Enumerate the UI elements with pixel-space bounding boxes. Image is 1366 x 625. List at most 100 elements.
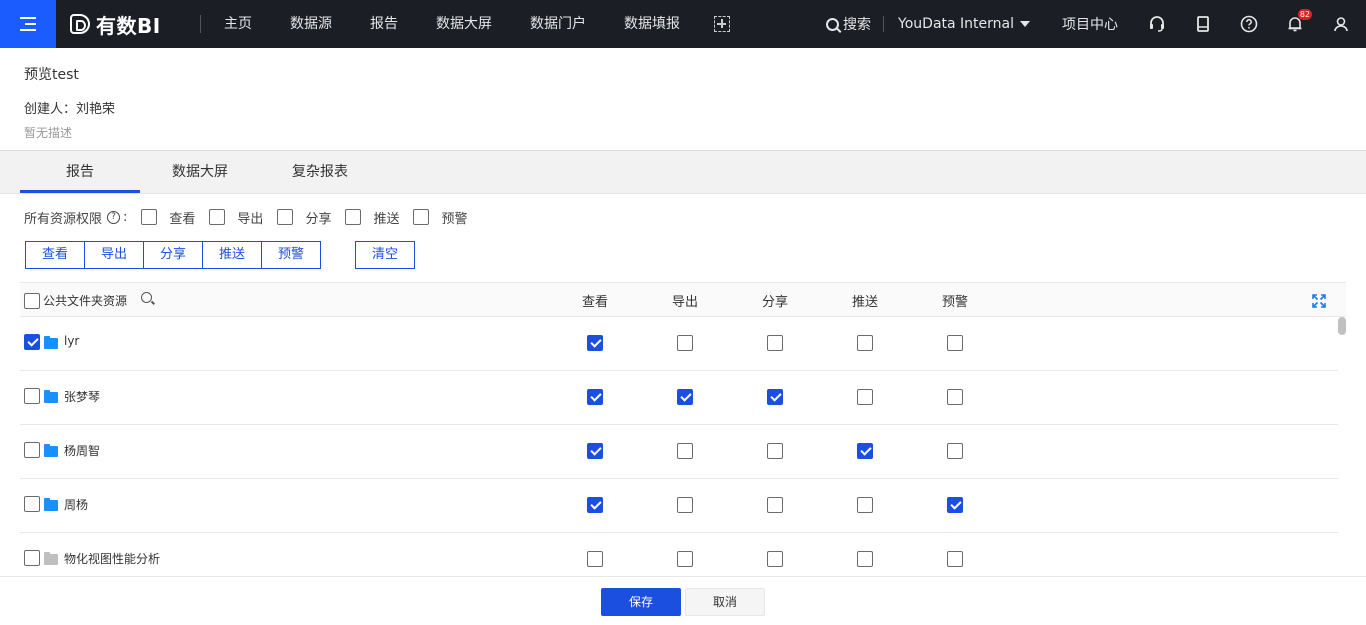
tab-report[interactable]: 报告 [20, 151, 140, 193]
row-select-checkbox[interactable] [24, 496, 40, 512]
all-permissions-label: 所有资源权限 [24, 211, 103, 227]
table-row: 物化视图性能分析 [20, 533, 1338, 576]
folder-icon [44, 444, 58, 457]
nav-item-portal[interactable]: 数据门户 [516, 0, 600, 48]
right-nav: 搜索 YouData Internal 项目中心 82 [826, 0, 1366, 48]
perm-checkbox-alert[interactable] [413, 209, 430, 225]
nav-item-home[interactable]: 主页 [210, 0, 266, 48]
perm-checkbox-share[interactable] [767, 389, 783, 405]
top-navbar: 有数BI 主页 数据源 报告 数据大屏 数据门户 数据填报 搜索 YouData… [0, 0, 1366, 48]
perm-checkbox-share[interactable] [767, 443, 783, 459]
search-label: 搜索 [843, 17, 872, 33]
select-all-checkbox[interactable] [24, 293, 40, 309]
perm-checkbox-push[interactable] [345, 209, 362, 225]
column-header-view: 查看 [581, 295, 608, 310]
bulk-push-button[interactable]: 推送 [202, 241, 262, 269]
book-icon[interactable] [1194, 15, 1212, 33]
table-row: 杨周智 [20, 425, 1338, 479]
nav-item-report[interactable]: 报告 [356, 0, 412, 48]
clear-button[interactable]: 清空 [355, 241, 415, 269]
perm-option-alert: 预警 [413, 208, 467, 227]
all-permissions-colon: : [123, 209, 128, 225]
org-name: YouData Internal [898, 16, 1014, 32]
row-select-checkbox[interactable] [24, 442, 40, 458]
perm-option-share: 分享 [277, 208, 331, 227]
perm-option-export: 导出 [209, 208, 263, 227]
perm-checkbox-view[interactable] [587, 389, 603, 405]
perm-checkbox-view[interactable] [587, 551, 603, 567]
bulk-share-button[interactable]: 分享 [143, 241, 203, 269]
perm-checkbox-alert[interactable] [947, 551, 963, 567]
folder-name: 物化视图性能分析 [64, 552, 161, 566]
perm-checkbox-export[interactable] [677, 443, 693, 459]
perm-checkbox-share[interactable] [767, 551, 783, 567]
perm-checkbox-export[interactable] [677, 389, 693, 405]
perm-checkbox-push[interactable] [857, 497, 873, 513]
perm-checkbox-view[interactable] [587, 443, 603, 459]
fullscreen-icon[interactable] [1312, 293, 1326, 308]
search-icon[interactable] [141, 292, 152, 303]
chevron-down-icon [1020, 21, 1030, 27]
perm-checkbox-push[interactable] [857, 389, 873, 405]
help-icon[interactable]: ? [107, 210, 121, 224]
logo-icon [70, 14, 90, 34]
nav-item-datasource[interactable]: 数据源 [276, 0, 346, 48]
headset-icon[interactable] [1148, 15, 1166, 33]
perm-checkbox-alert[interactable] [947, 497, 963, 513]
row-select-checkbox[interactable] [24, 334, 40, 350]
perm-checkbox-push[interactable] [857, 551, 873, 567]
folder-icon [44, 336, 58, 349]
footer-bar: 保存 取消 [0, 576, 1366, 625]
perm-checkbox-view[interactable] [587, 335, 603, 351]
all-permissions-row: 所有资源权限 ? : 查看 导出 分享 推送 预警 [24, 207, 467, 227]
table-row: lyr [20, 317, 1338, 371]
perm-option-label: 分享 [305, 211, 332, 227]
perm-checkbox-export[interactable] [677, 497, 693, 513]
project-center-link[interactable]: 项目中心 [1062, 14, 1118, 34]
cancel-button[interactable]: 取消 [685, 588, 765, 616]
perm-checkbox-alert[interactable] [947, 389, 963, 405]
column-header-export: 导出 [671, 295, 698, 310]
org-selector[interactable]: YouData Internal [898, 16, 1030, 32]
perm-checkbox-share[interactable] [767, 335, 783, 351]
app-logo[interactable]: 有数BI [70, 11, 161, 38]
tab-bar: 报告 数据大屏 复杂报表 [0, 150, 1366, 194]
save-button[interactable]: 保存 [601, 588, 681, 616]
perm-checkbox-alert[interactable] [947, 443, 963, 459]
perm-checkbox-export[interactable] [209, 209, 226, 225]
row-select-checkbox[interactable] [24, 388, 40, 404]
perm-checkbox-share[interactable] [277, 209, 294, 225]
perm-checkbox-push[interactable] [857, 335, 873, 351]
bulk-alert-button[interactable]: 预警 [261, 241, 321, 269]
user-icon[interactable] [1332, 15, 1350, 33]
tab-complex-report[interactable]: 复杂报表 [260, 151, 380, 193]
add-icon[interactable] [714, 16, 730, 32]
folder-column-header: 公共文件夹资源 [43, 294, 128, 308]
nav-divider [883, 16, 885, 32]
folder-icon [44, 390, 58, 403]
perm-checkbox-alert[interactable] [947, 335, 963, 351]
tab-dashboard[interactable]: 数据大屏 [140, 151, 260, 193]
perm-checkbox-push[interactable] [857, 443, 873, 459]
logo-text: 有数BI [96, 13, 161, 38]
perm-checkbox-export[interactable] [677, 551, 693, 567]
table-body: lyr 张梦琴 杨周智 周杨 物化视图性能分析 [20, 317, 1338, 576]
perm-checkbox-export[interactable] [677, 335, 693, 351]
perm-checkbox-share[interactable] [767, 497, 783, 513]
menu-icon[interactable] [0, 0, 56, 48]
folder-icon [44, 498, 58, 511]
bulk-permission-buttons: 查看 导出 分享 推送 预警 [25, 241, 321, 269]
perm-checkbox-view[interactable] [141, 209, 158, 225]
nav-item-data-entry[interactable]: 数据填报 [610, 0, 694, 48]
bulk-export-button[interactable]: 导出 [84, 241, 144, 269]
search-button[interactable]: 搜索 [826, 14, 871, 34]
perm-checkbox-view[interactable] [587, 497, 603, 513]
bell-icon[interactable]: 82 [1286, 9, 1312, 33]
help-icon[interactable] [1240, 15, 1258, 33]
nav-item-dashboard[interactable]: 数据大屏 [422, 0, 506, 48]
perm-option-label: 预警 [441, 211, 468, 227]
bulk-view-button[interactable]: 查看 [25, 241, 85, 269]
column-header-alert: 预警 [941, 295, 968, 310]
scrollbar-thumb[interactable] [1338, 317, 1346, 335]
row-select-checkbox[interactable] [24, 550, 40, 566]
